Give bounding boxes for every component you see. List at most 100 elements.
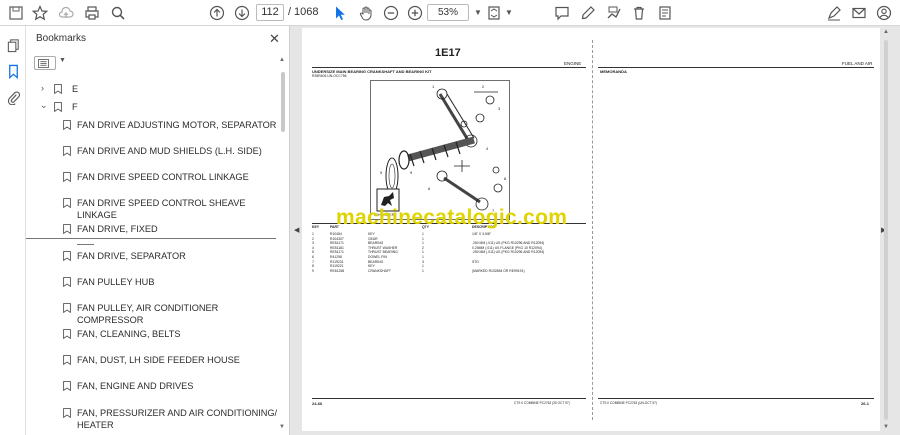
bookmark-label: FAN PULLEY, AIR CONDITIONER COMPRESSOR — [77, 303, 219, 325]
zoom-level-input[interactable]: 53% — [427, 4, 469, 21]
header-rule-left — [312, 67, 586, 68]
bookmark-item[interactable]: FAN, ENGINE AND DRIVES — [26, 380, 281, 394]
email-icon[interactable] — [849, 3, 869, 23]
bookmark-item[interactable]: FAN DRIVE AND MUD SHIELDS (L.H. SIDE) — [26, 145, 281, 159]
header-rule-right — [598, 67, 874, 68]
bookmark-label: FAN, ENGINE AND DRIVES — [77, 381, 194, 391]
bookmark-item[interactable]: FAN, DUST, LH SIDE FEEDER HOUSE — [26, 354, 281, 368]
bookmark-options-button[interactable]: ▼ — [34, 56, 66, 70]
bookmark-icon — [63, 277, 71, 287]
table-cell: RE51171 — [330, 250, 344, 255]
bookmark-item[interactable]: FAN PULLEY HUB — [26, 276, 281, 290]
table-cell: R119231 — [330, 259, 344, 264]
bookmark-label: FAN PULLEY HUB — [77, 277, 155, 287]
table-cell: 1 — [422, 268, 424, 273]
bookmark-item[interactable]: FAN, CLEANING, BELTS — [26, 328, 281, 342]
table-cell: 0.25MM (.011) US FLANGE (PKG 10 R12094) — [472, 245, 542, 250]
delete-icon[interactable] — [629, 3, 649, 23]
page-total: 1068 — [294, 6, 319, 18]
page-thumbnails-icon[interactable] — [4, 36, 22, 54]
chevron-right-icon[interactable]: › — [41, 83, 44, 93]
scroll-up-icon[interactable]: ▲ — [279, 57, 285, 63]
zoom-dropdown-icon[interactable]: ▼ — [474, 8, 482, 17]
footer-rule-left — [312, 398, 586, 399]
bookmark-icon — [63, 329, 71, 339]
table-cell: 1 — [422, 255, 424, 259]
comment-icon[interactable] — [552, 3, 572, 23]
bookmark-icon — [63, 303, 71, 313]
table-cell: .250 MM (.011) US (PKG R10296 AND R12094… — [472, 250, 545, 255]
viewer-scroll-down-icon[interactable]: ▼ — [883, 424, 889, 430]
bookmark-icon — [63, 172, 71, 182]
bookmark-label: FAN DRIVE ADJUSTING MOTOR, SEPARATOR — [77, 120, 277, 130]
bookmark-item[interactable]: FAN DRIVE ADJUSTING MOTOR, SEPARATOR — [26, 119, 281, 133]
document-viewer: 1E17 ENGINE FUEL AND AIR UNDERSIZE MAIN … — [290, 26, 900, 435]
hand-tool-icon[interactable] — [356, 3, 376, 23]
table-cell: KEY — [368, 264, 375, 269]
bookmark-item[interactable]: FAN, PRESSURIZER AND AIR CONDITIONING/ H… — [26, 407, 281, 433]
bookmarks-panel: Bookmarks ✕ ▼ › E ⌄ F FAN DRIVE ADJUSTIN… — [26, 26, 290, 435]
fit-page-icon[interactable] — [484, 3, 504, 23]
bookmark-star-icon[interactable] — [30, 3, 50, 23]
zoom-in-icon[interactable] — [405, 3, 425, 23]
previous-page-icon[interactable] — [207, 3, 227, 23]
bookmark-item[interactable]: FAN DRIVE SPEED CONTROL LINKAGE — [26, 171, 281, 185]
bookmark-icon — [54, 84, 62, 94]
account-icon[interactable] — [874, 3, 894, 23]
next-page-icon[interactable] — [232, 3, 252, 23]
table-cell: 8 — [312, 264, 314, 269]
draw-icon[interactable] — [604, 3, 624, 23]
fit-dropdown-icon[interactable]: ▼ — [505, 8, 513, 17]
right-page-title: MEMORANDA — [600, 69, 627, 74]
table-cell: 4 — [312, 245, 314, 250]
bookmark-icon — [63, 146, 71, 156]
bookmark-item[interactable]: FAN DRIVE, SEPARATOR — [26, 250, 281, 264]
table-cell: 9 — [312, 268, 314, 273]
more-tools-icon[interactable] — [655, 3, 675, 23]
bookmark-label: FAN DRIVE AND MUD SHIELDS (L.H. SIDE) — [77, 146, 262, 156]
table-cell: 7 — [312, 259, 314, 264]
print-icon[interactable] — [82, 3, 102, 23]
select-cursor-icon[interactable] — [330, 3, 350, 23]
bookmark-label: FAN DRIVE, FIXED — [77, 224, 158, 234]
scroll-down-icon[interactable]: ▼ — [279, 424, 285, 430]
panel-scrollbar[interactable] — [281, 72, 285, 132]
bookmark-list: › E ⌄ F FAN DRIVE ADJUSTING MOTOR, SEPAR… — [26, 81, 281, 435]
left-rail — [0, 26, 26, 435]
bookmark-item[interactable]: FAN PULLEY, AIR CONDITIONER COMPRESSOR — [26, 302, 281, 325]
bookmark-label: FAN, CLEANING, BELTS — [77, 329, 181, 339]
table-cell: 1 — [422, 241, 424, 246]
right-footer-doc: CTS II COMBINE PC2763 (UN-OCT 97) — [600, 401, 657, 405]
table-cell: THRUST WASHER — [368, 245, 398, 250]
bookmark-label: FAN DRIVE SPEED CONTROL LINKAGE — [77, 172, 249, 182]
attachments-icon[interactable] — [4, 88, 22, 106]
zoom-out-icon[interactable] — [381, 3, 401, 23]
table-row: 9 RE61258 CRANKSHAFT 1 (MARKED R102854 OR RE… — [302, 269, 582, 274]
sign-pen-icon[interactable] — [824, 3, 844, 23]
bookmarks-panel-icon[interactable] — [4, 62, 22, 80]
bookmark-label-line2: HEATER — [77, 420, 114, 430]
bookmark-item[interactable]: ⌄ F — [26, 100, 281, 115]
bookmark-label: FAN DRIVE SPEED CONTROL SHEAVE LINKAGE — [77, 198, 246, 220]
table-cell: R104307 — [330, 236, 344, 241]
bookmark-icon — [63, 251, 71, 261]
highlight-pen-icon[interactable] — [578, 3, 598, 23]
divider — [77, 244, 94, 245]
chevron-down-icon[interactable]: ⌄ — [40, 100, 48, 111]
previous-page-arrow-icon[interactable]: ◀ — [294, 226, 299, 234]
save-icon[interactable] — [6, 3, 26, 23]
page-number-input[interactable]: 112 — [256, 4, 284, 21]
viewer-scrollbar[interactable] — [884, 40, 888, 420]
bookmark-item[interactable]: FAN DRIVE SPEED CONTROL SHEAVE LINKAGE — [26, 197, 281, 220]
bookmark-icon — [63, 381, 71, 391]
bookmark-item[interactable]: FAN DRIVE, FIXED — [26, 223, 276, 239]
close-icon[interactable]: ✕ — [269, 31, 280, 47]
left-footer-doc: CTS II COMBINE PC2763 (30 OCT 97) — [514, 401, 570, 405]
upload-cloud-icon[interactable] — [56, 3, 76, 23]
table-cell: 1 — [422, 236, 424, 241]
search-icon[interactable] — [108, 3, 128, 23]
bookmark-item[interactable]: › E — [26, 83, 281, 97]
page-spread-divider — [592, 40, 593, 420]
table-cell: KEY — [312, 225, 319, 229]
viewer-scroll-up-icon[interactable]: ▲ — [883, 29, 889, 35]
